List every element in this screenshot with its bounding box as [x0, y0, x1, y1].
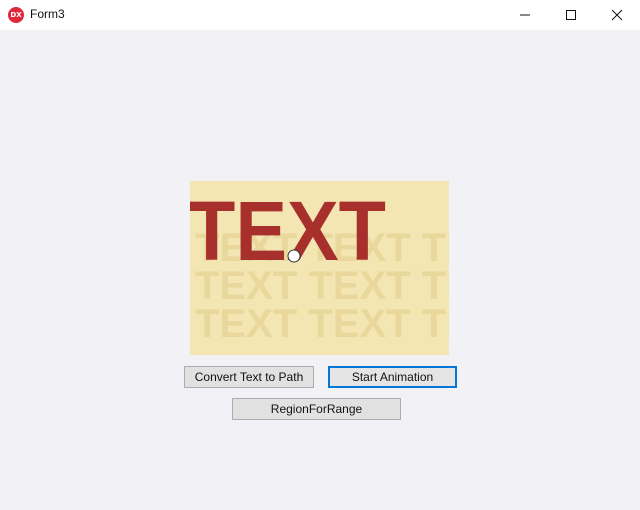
start-animation-button[interactable]: Start Animation: [328, 366, 457, 388]
animation-canvas[interactable]: ТEXT ТEXT ТEXT ТEXT ТEXT ТEXT ТEXT ТEXT …: [190, 181, 449, 355]
app-logo-icon: DX: [8, 7, 24, 23]
canvas-drawing: ТEXT ТEXT ТEXT ТEXT ТEXT ТEXT ТEXT ТEXT …: [190, 184, 449, 346]
region-for-range-button[interactable]: RegionForRange: [232, 398, 401, 420]
maximize-icon: [566, 10, 576, 20]
minimize-button[interactable]: [502, 0, 548, 30]
convert-text-to-path-button[interactable]: Convert Text to Path: [184, 366, 314, 388]
form-window: DX Form3 ТEXT ТEXT ТEXT ТEXT ТEXT ТEXT: [0, 0, 640, 510]
minimize-icon: [520, 14, 530, 16]
close-button[interactable]: [594, 0, 640, 30]
client-area: ТEXT ТEXT ТEXT ТEXT ТEXT ТEXT ТEXT ТEXT …: [0, 30, 640, 510]
animated-path-text: TEXT: [190, 184, 386, 278]
animation-marker-dot[interactable]: [287, 249, 301, 263]
ghost-text-row: ТEXT ТEXT ТEXT: [195, 302, 449, 346]
title-bar[interactable]: DX Form3: [0, 0, 640, 30]
window-title: Form3: [30, 7, 65, 21]
maximize-button[interactable]: [548, 0, 594, 30]
close-icon: [611, 9, 623, 21]
